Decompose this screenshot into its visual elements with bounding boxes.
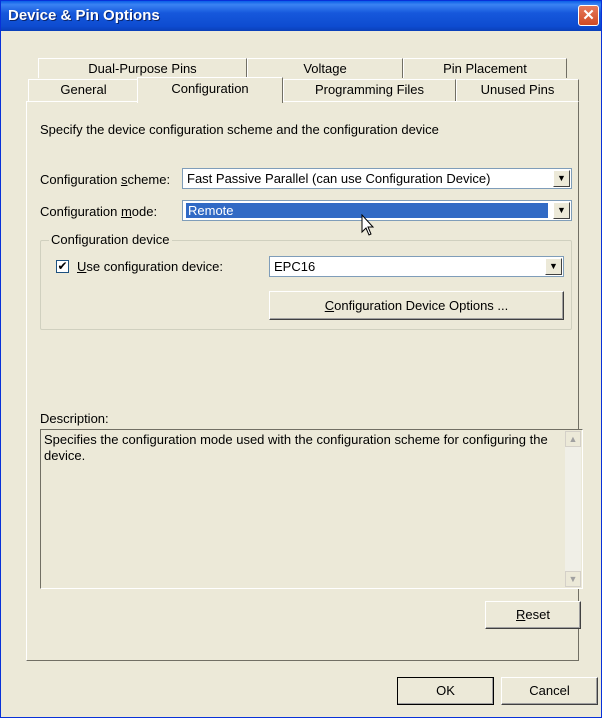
tab-voltage[interactable]: Voltage	[247, 58, 403, 78]
tab-pin-placement[interactable]: Pin Placement	[403, 58, 567, 78]
mouse-cursor-icon	[361, 214, 375, 236]
device-value: EPC16	[274, 259, 316, 274]
description-text: Specifies the configuration mode used wi…	[44, 432, 548, 463]
reset-button[interactable]: Reset	[485, 601, 581, 629]
device-pin-options-dialog: Device & Pin Options ✕ Dual-Purpose Pins…	[0, 0, 602, 718]
use-configuration-device-checkbox[interactable]: ✔	[56, 260, 69, 273]
ok-button[interactable]: OK	[397, 677, 494, 705]
chevron-down-icon[interactable]: ▼	[545, 258, 562, 275]
chevron-down-icon[interactable]: ▼	[553, 202, 570, 219]
tab-dual-purpose-pins[interactable]: Dual-Purpose Pins	[38, 58, 247, 78]
window-title: Device & Pin Options	[8, 7, 160, 24]
intro-text: Specify the device configuration scheme …	[40, 122, 439, 137]
use-configuration-device-label[interactable]: Use configuration device:	[77, 259, 223, 274]
chevron-down-icon[interactable]: ▼	[553, 170, 570, 187]
mode-label: Configuration mode:	[40, 204, 158, 219]
tab-programming-files[interactable]: Programming Files	[283, 79, 456, 101]
description-label: Description:	[40, 411, 109, 426]
description-box: Specifies the configuration mode used wi…	[40, 429, 583, 589]
tab-general[interactable]: General	[28, 79, 139, 101]
scroll-up-icon[interactable]: ▲	[565, 431, 581, 447]
mode-dropdown[interactable]: Remote ▼	[182, 200, 572, 221]
configuration-device-options-button[interactable]: Configuration Device Options ...	[269, 291, 564, 320]
tab-unused-pins[interactable]: Unused Pins	[456, 79, 579, 101]
close-button[interactable]: ✕	[578, 5, 599, 26]
tab-configuration[interactable]: Configuration	[137, 77, 283, 103]
description-scrollbar[interactable]: ▲ ▼	[565, 431, 581, 587]
scheme-label: Configuration scheme:	[40, 172, 171, 187]
scheme-value: Fast Passive Parallel (can use Configura…	[187, 171, 491, 186]
title-bar[interactable]: Device & Pin Options ✕	[1, 1, 601, 31]
configuration-device-dropdown[interactable]: EPC16 ▼	[269, 256, 564, 277]
scroll-down-icon[interactable]: ▼	[565, 571, 581, 587]
group-title: Configuration device	[49, 232, 172, 247]
scheme-dropdown[interactable]: Fast Passive Parallel (can use Configura…	[182, 168, 572, 189]
cancel-button[interactable]: Cancel	[501, 677, 598, 705]
